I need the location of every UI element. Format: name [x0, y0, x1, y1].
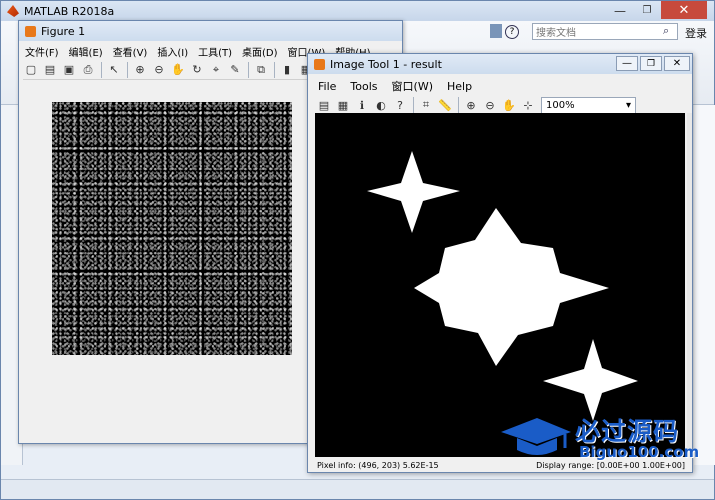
figure-menu-file[interactable]: 文件(F) — [25, 44, 59, 59]
result-image[interactable] — [315, 113, 685, 457]
watermark-subtext: Biguo100.com — [579, 443, 700, 461]
figure-menu-insert[interactable]: 插入(I) — [157, 44, 188, 59]
colorbar-icon[interactable]: ▮ — [279, 62, 295, 78]
quick-access-icon[interactable] — [490, 24, 502, 38]
matlab-logo-icon — [7, 5, 19, 17]
figure-menu-edit[interactable]: 编辑(E) — [69, 44, 103, 59]
toolbar-separator — [274, 61, 275, 78]
toolbar-separator — [458, 97, 459, 113]
overview-icon[interactable]: ? — [392, 97, 408, 113]
imtool-close-button[interactable]: ✕ — [664, 56, 690, 71]
open-file-icon[interactable]: ▤ — [42, 62, 58, 78]
login-link[interactable]: 登录 — [685, 25, 707, 41]
zoom-out-icon[interactable]: ⊖ — [482, 97, 498, 113]
save-icon[interactable]: ▣ — [61, 62, 77, 78]
matlab-maximize-button[interactable]: ❐ — [634, 2, 660, 19]
help-icon[interactable]: ? — [505, 25, 519, 39]
rotate-icon[interactable]: ↻ — [189, 62, 205, 78]
toolbar-separator — [248, 61, 249, 78]
figure-titlebar[interactable]: Figure 1 — [19, 21, 402, 41]
matlab-statusbar — [1, 479, 714, 499]
imtool-menu-tools[interactable]: Tools — [350, 80, 377, 93]
chevron-down-icon: ▾ — [625, 99, 631, 111]
toolbar-separator — [101, 61, 102, 78]
documentation-search-input[interactable]: 搜索文档 — [532, 23, 678, 40]
export-icon[interactable]: ▤ — [316, 97, 332, 113]
data-cursor-icon[interactable]: ⌖ — [208, 62, 224, 78]
matlab-close-button[interactable]: ✕ — [661, 1, 707, 19]
fit-window-icon[interactable]: ⊹ — [520, 97, 536, 113]
link-plot-icon[interactable]: ⧉ — [253, 62, 269, 78]
imtool-toolbar: ▤ ▦ ℹ ◐ ? ⌗ 📏 ⊕ ⊖ ✋ ⊹ 100% ▾ — [316, 95, 686, 115]
zoom-value: 100% — [546, 99, 575, 111]
zoom-in-icon[interactable]: ⊕ — [132, 62, 148, 78]
pixel-info: Pixel info: (496, 203) 5.62E-15 — [317, 460, 439, 470]
graduation-cap-icon — [501, 418, 571, 455]
zoom-select[interactable]: 100% ▾ — [541, 96, 636, 114]
imtool-menubar: File Tools 窗口(W) Help — [318, 78, 688, 94]
matlab-title: MATLAB R2018a — [24, 4, 115, 18]
matlab-minimize-button[interactable]: — — [607, 2, 633, 19]
imtool-scrollbar[interactable] — [687, 113, 692, 457]
figure-menu-view[interactable]: 查看(V) — [113, 44, 148, 59]
watermark: 必过源码 Biguo100.com — [499, 410, 699, 470]
pan-icon[interactable]: ✋ — [501, 97, 517, 113]
image-info-icon[interactable]: ℹ — [354, 97, 370, 113]
imtool-minimize-button[interactable]: — — [616, 56, 638, 71]
figure-logo-icon — [25, 25, 36, 37]
small-star-shape — [543, 339, 638, 421]
imtool-logo-icon — [314, 58, 325, 70]
imtool-menu-window[interactable]: 窗口(W) — [392, 78, 433, 94]
small-star-shape — [367, 151, 460, 233]
contrast-icon[interactable]: ◐ — [373, 97, 389, 113]
figure-menu-desktop[interactable]: 桌面(D) — [242, 44, 278, 59]
imtool-menu-help[interactable]: Help — [447, 80, 472, 93]
pixel-region-icon[interactable]: ▦ — [335, 97, 351, 113]
toolbar-separator — [413, 97, 414, 113]
figure-title: Figure 1 — [41, 24, 86, 38]
zoom-in-icon[interactable]: ⊕ — [463, 97, 479, 113]
pan-icon[interactable]: ✋ — [170, 62, 186, 78]
pointer-icon[interactable]: ↖ — [106, 62, 122, 78]
imtool-maximize-button[interactable]: ❐ — [640, 56, 662, 71]
imtool-title: Image Tool 1 - result — [330, 57, 442, 71]
zoom-out-icon[interactable]: ⊖ — [151, 62, 167, 78]
new-figure-icon[interactable]: ▢ — [23, 62, 39, 78]
distance-tool-icon[interactable]: 📏 — [437, 97, 453, 113]
toolbar-separator — [127, 61, 128, 78]
brush-icon[interactable]: ✎ — [227, 62, 243, 78]
large-star-shape — [414, 208, 609, 366]
noise-image — [52, 102, 292, 355]
search-icon[interactable]: ⌕ — [663, 24, 677, 38]
figure-menu-tools[interactable]: 工具(T) — [198, 44, 232, 59]
print-icon[interactable]: ⎙ — [80, 62, 96, 78]
stars-image — [367, 151, 638, 421]
crop-icon[interactable]: ⌗ — [418, 97, 434, 113]
imtool-menu-file[interactable]: File — [318, 80, 336, 93]
